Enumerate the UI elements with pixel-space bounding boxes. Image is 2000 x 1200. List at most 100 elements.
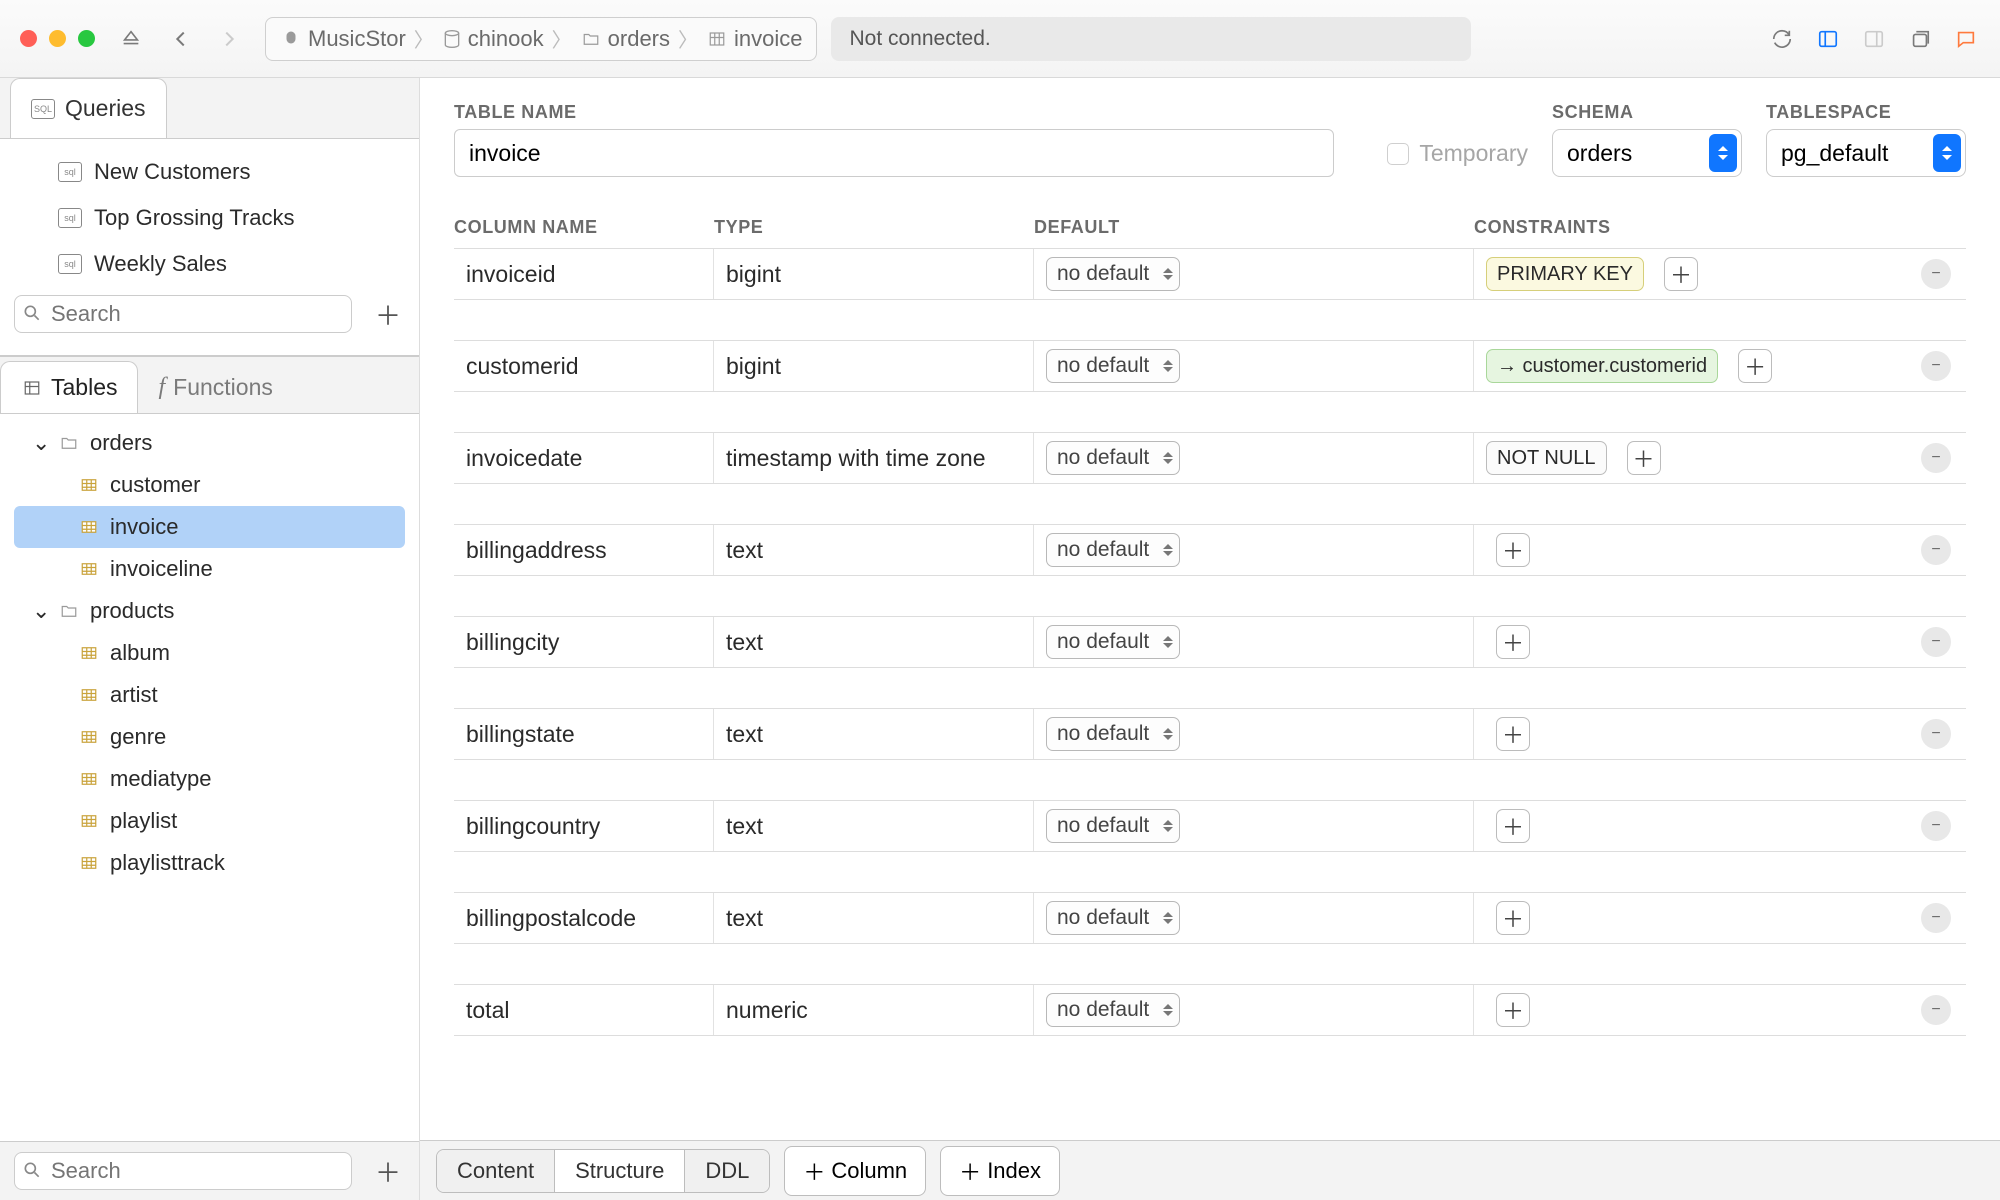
table-item[interactable]: invoice bbox=[14, 506, 405, 548]
queries-tab[interactable]: SQLQueries bbox=[10, 78, 167, 138]
temporary-checkbox[interactable]: Temporary bbox=[1387, 140, 1528, 167]
stepper-arrows-icon bbox=[1163, 635, 1173, 649]
column-type-cell[interactable]: timestamp with time zone bbox=[714, 433, 1034, 483]
tablespace-select[interactable]: pg_default bbox=[1766, 129, 1966, 177]
default-select[interactable]: no default bbox=[1046, 441, 1180, 475]
sidebar: SQLQueries sqlNew CustomerssqlTop Grossi… bbox=[0, 78, 420, 1200]
windows-icon[interactable] bbox=[1906, 25, 1934, 53]
column-row: billingstatetext no default ＋ − bbox=[454, 708, 1966, 760]
close-window-button[interactable] bbox=[20, 30, 37, 47]
table-item[interactable]: customer bbox=[0, 464, 419, 506]
stepper-arrows-icon bbox=[1163, 1003, 1173, 1017]
remove-column-button[interactable]: − bbox=[1921, 995, 1951, 1025]
column-type-cell[interactable]: text bbox=[714, 893, 1034, 943]
query-item[interactable]: sqlTop Grossing Tracks bbox=[0, 195, 419, 241]
column-type-cell[interactable]: text bbox=[714, 709, 1034, 759]
nav-back-button[interactable] bbox=[167, 25, 195, 53]
table-name-input[interactable] bbox=[454, 129, 1334, 177]
add-query-button[interactable]: ＋ bbox=[371, 297, 405, 331]
table-item[interactable]: playlist bbox=[0, 800, 419, 842]
column-type-cell[interactable]: bigint bbox=[714, 249, 1034, 299]
add-column-button[interactable]: ＋ Column bbox=[784, 1146, 926, 1196]
default-select[interactable]: no default bbox=[1046, 901, 1180, 935]
breadcrumb: MusicStor〉 chinook〉 orders〉 invoice bbox=[265, 17, 817, 61]
column-type-cell[interactable]: text bbox=[714, 617, 1034, 667]
column-name-cell[interactable]: invoiceid bbox=[454, 249, 714, 299]
column-type-cell[interactable]: numeric bbox=[714, 985, 1034, 1035]
column-name-cell[interactable]: billingcity bbox=[454, 617, 714, 667]
add-constraint-button[interactable]: ＋ bbox=[1496, 901, 1530, 935]
breadcrumb-server[interactable]: MusicStor bbox=[280, 26, 406, 52]
column-type-cell[interactable]: bigint bbox=[714, 341, 1034, 391]
add-constraint-button[interactable]: ＋ bbox=[1496, 809, 1530, 843]
remove-column-button[interactable]: − bbox=[1921, 259, 1951, 289]
remove-column-button[interactable]: − bbox=[1921, 903, 1951, 933]
query-item[interactable]: sqlWeekly Sales bbox=[0, 241, 419, 287]
breadcrumb-table[interactable]: invoice bbox=[706, 26, 802, 52]
table-item[interactable]: album bbox=[0, 632, 419, 674]
constraint-badge[interactable]: → customer.customerid bbox=[1486, 349, 1718, 383]
remove-column-button[interactable]: − bbox=[1921, 811, 1951, 841]
column-name-cell[interactable]: customerid bbox=[454, 341, 714, 391]
table-item[interactable]: genre bbox=[0, 716, 419, 758]
column-name-cell[interactable]: billingstate bbox=[454, 709, 714, 759]
reload-button[interactable] bbox=[1768, 25, 1796, 53]
default-select[interactable]: no default bbox=[1046, 625, 1180, 659]
remove-column-button[interactable]: − bbox=[1921, 535, 1951, 565]
add-constraint-button[interactable]: ＋ bbox=[1496, 533, 1530, 567]
column-name-cell[interactable]: total bbox=[454, 985, 714, 1035]
segment-ddl[interactable]: DDL bbox=[685, 1150, 769, 1192]
remove-column-button[interactable]: − bbox=[1921, 351, 1951, 381]
table-item[interactable]: artist bbox=[0, 674, 419, 716]
query-item[interactable]: sqlNew Customers bbox=[0, 149, 419, 195]
chat-icon[interactable] bbox=[1952, 25, 1980, 53]
schema-item[interactable]: ⌄orders bbox=[0, 422, 419, 464]
eject-icon[interactable] bbox=[117, 25, 145, 53]
add-constraint-button[interactable]: ＋ bbox=[1496, 717, 1530, 751]
tables-tab[interactable]: Tables bbox=[0, 361, 138, 413]
schema-item[interactable]: ⌄products bbox=[0, 590, 419, 632]
table-item[interactable]: playlisttrack bbox=[0, 842, 419, 884]
remove-column-button[interactable]: − bbox=[1921, 627, 1951, 657]
column-type-cell[interactable]: text bbox=[714, 525, 1034, 575]
functions-tab[interactable]: fFunctions bbox=[138, 362, 292, 413]
right-panel-toggle[interactable] bbox=[1860, 25, 1888, 53]
default-select[interactable]: no default bbox=[1046, 809, 1180, 843]
table-item[interactable]: mediatype bbox=[0, 758, 419, 800]
column-name-cell[interactable]: billingpostalcode bbox=[454, 893, 714, 943]
zoom-window-button[interactable] bbox=[78, 30, 95, 47]
remove-column-button[interactable]: − bbox=[1921, 443, 1951, 473]
default-select[interactable]: no default bbox=[1046, 349, 1180, 383]
queries-search-input[interactable] bbox=[14, 295, 352, 333]
column-name-cell[interactable]: invoicedate bbox=[454, 433, 714, 483]
column-name-cell[interactable]: billingcountry bbox=[454, 801, 714, 851]
add-table-button[interactable]: ＋ bbox=[371, 1154, 405, 1188]
add-constraint-button[interactable]: ＋ bbox=[1738, 349, 1772, 383]
column-type-cell[interactable]: text bbox=[714, 801, 1034, 851]
add-constraint-button[interactable]: ＋ bbox=[1496, 625, 1530, 659]
tables-search-input[interactable] bbox=[14, 1152, 352, 1190]
breadcrumb-schema[interactable]: orders bbox=[580, 26, 670, 52]
nav-forward-button[interactable] bbox=[215, 25, 243, 53]
segment-structure[interactable]: Structure bbox=[555, 1150, 685, 1192]
select-arrows-icon bbox=[1933, 134, 1961, 172]
add-constraint-button[interactable]: ＋ bbox=[1664, 257, 1698, 291]
table-item[interactable]: invoiceline bbox=[0, 548, 419, 590]
segment-content[interactable]: Content bbox=[437, 1150, 555, 1192]
default-select[interactable]: no default bbox=[1046, 257, 1180, 291]
add-index-button[interactable]: ＋ Index bbox=[940, 1146, 1060, 1196]
left-panel-toggle[interactable] bbox=[1814, 25, 1842, 53]
default-select[interactable]: no default bbox=[1046, 993, 1180, 1027]
schema-select[interactable]: orders bbox=[1552, 129, 1742, 177]
add-constraint-button[interactable]: ＋ bbox=[1496, 993, 1530, 1027]
constraint-badge[interactable]: NOT NULL bbox=[1486, 441, 1607, 475]
default-select[interactable]: no default bbox=[1046, 533, 1180, 567]
remove-column-button[interactable]: − bbox=[1921, 719, 1951, 749]
column-name-cell[interactable]: billingaddress bbox=[454, 525, 714, 575]
breadcrumb-database[interactable]: chinook bbox=[442, 26, 544, 52]
minimize-window-button[interactable] bbox=[49, 30, 66, 47]
add-constraint-button[interactable]: ＋ bbox=[1627, 441, 1661, 475]
chevron-down-icon: ⌄ bbox=[32, 598, 48, 624]
constraint-badge[interactable]: PRIMARY KEY bbox=[1486, 257, 1644, 291]
default-select[interactable]: no default bbox=[1046, 717, 1180, 751]
